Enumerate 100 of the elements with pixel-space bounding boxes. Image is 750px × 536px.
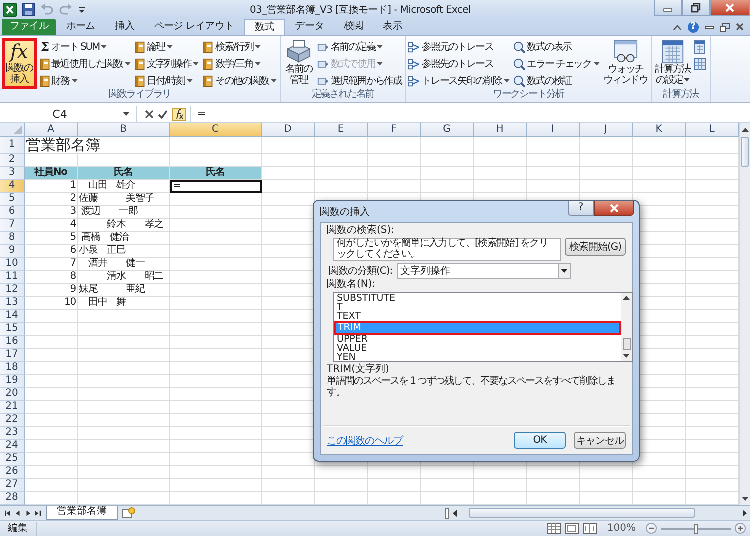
previous-sheet-icon[interactable] (16, 510, 20, 516)
column-header[interactable]: A (25, 123, 78, 137)
scroll-left-icon[interactable] (453, 510, 457, 516)
ribbon-tab[interactable]: 校閲 (334, 19, 374, 35)
row-header[interactable]: 6 (0, 206, 25, 219)
ribbon-large-button[interactable]: ウォッチ ウィンドウ (602, 38, 650, 89)
cancel-icon[interactable] (145, 110, 154, 118)
split-handle[interactable] (445, 508, 449, 518)
column-header[interactable]: D (262, 123, 315, 137)
column-header[interactable]: J (580, 123, 633, 137)
row-header[interactable]: 3 (0, 167, 25, 180)
insert-sheet-icon[interactable] (122, 507, 136, 519)
enter-check-icon[interactable] (158, 110, 168, 118)
column-header[interactable]: F (368, 123, 421, 137)
name-box[interactable]: C4 (0, 108, 120, 120)
row-header[interactable]: 4 (0, 180, 25, 193)
ribbon-button[interactable]: Σ オート SUM (38, 39, 132, 55)
ribbon-button[interactable]: 財務 (38, 73, 132, 89)
ok-button[interactable]: OK (514, 432, 566, 449)
row-header[interactable]: 2 (0, 154, 25, 167)
minimize-button[interactable] (654, 0, 682, 16)
column-header[interactable]: I (527, 123, 580, 137)
scrollbar-thumb[interactable] (741, 137, 749, 167)
row-header[interactable]: 26 (0, 466, 25, 479)
last-sheet-icon[interactable] (35, 510, 41, 516)
zoom-level[interactable]: 100% (607, 522, 636, 536)
column-header[interactable]: H (474, 123, 527, 137)
scroll-right-icon[interactable] (743, 510, 747, 516)
row-header[interactable]: 13 (0, 297, 25, 310)
row-header[interactable]: 19 (0, 375, 25, 388)
row-header[interactable]: 15 (0, 323, 25, 336)
row-header[interactable]: 21 (0, 401, 25, 414)
page-layout-view-icon[interactable] (565, 523, 580, 534)
save-icon[interactable] (22, 3, 35, 16)
row-header[interactable]: 1 (0, 137, 25, 154)
ribbon-button[interactable]: 論理 (134, 39, 200, 55)
insert-function-icon[interactable] (172, 108, 186, 120)
ribbon-tab[interactable]: 挿入 (105, 19, 144, 35)
ribbon-tab[interactable]: ページ レイアウト (144, 19, 244, 35)
dropdown-arrow-icon[interactable] (123, 112, 130, 116)
file-tab[interactable]: ファイル (2, 19, 56, 35)
row-header[interactable]: 12 (0, 284, 25, 297)
app-icon[interactable] (3, 2, 17, 16)
row-header[interactable]: 22 (0, 414, 25, 427)
ribbon-large-button[interactable]: 計算方法 の設定 (654, 38, 692, 89)
ribbon-tab[interactable]: ホーム (56, 19, 106, 35)
close-button[interactable] (594, 201, 634, 216)
row-header[interactable]: 10 (0, 258, 25, 271)
zoom-in-icon[interactable] (735, 523, 746, 534)
ribbon-button[interactable]: その他の関数 (202, 73, 278, 89)
ribbon-button[interactable] (694, 39, 708, 55)
customize-caret-icon[interactable] (78, 6, 86, 14)
normal-view-icon[interactable] (547, 523, 562, 534)
help-button[interactable]: ? (568, 201, 594, 216)
search-field[interactable]: 何がしたいかを簡単に入力して、[検索開始] をクリックしてください。 (333, 238, 562, 261)
collapse-ribbon-icon[interactable] (673, 24, 682, 30)
column-header[interactable]: B (78, 123, 170, 137)
row-header[interactable]: 9 (0, 245, 25, 258)
ribbon-button[interactable]: 参照先のトレース (408, 56, 512, 72)
function-list-item[interactable]: VALUE (334, 344, 621, 353)
zoom-slider-thumb[interactable] (694, 524, 698, 534)
column-header[interactable]: L (686, 123, 739, 137)
function-list-item[interactable]: SUBSTITUTE (334, 294, 621, 303)
function-list-item[interactable]: YEN (334, 353, 621, 362)
ribbon-button[interactable]: 最近使用した関数 (38, 56, 132, 72)
close-icon[interactable] (736, 23, 744, 31)
formula-input[interactable]: = (190, 106, 750, 122)
row-header[interactable]: 11 (0, 271, 25, 284)
function-list-item[interactable]: TEXT (334, 312, 621, 321)
ribbon-tab[interactable]: 表示 (373, 19, 412, 35)
ribbon-button[interactable]: 参照元のトレース (408, 39, 512, 55)
ribbon-tab[interactable]: 数式 (244, 19, 286, 35)
ribbon-button[interactable]: 日付/時刻 (134, 73, 200, 89)
help-button[interactable]: ? (688, 22, 699, 32)
zoom-out-icon[interactable] (646, 523, 657, 534)
row-header[interactable]: 17 (0, 349, 25, 362)
search-button[interactable]: 検索開始(G) (565, 238, 626, 256)
row-header[interactable]: 27 (0, 479, 25, 492)
ribbon-button[interactable]: 検索/行列 (202, 39, 278, 55)
sheet-tab[interactable]: 営業部名簿 (46, 506, 118, 520)
scrollbar-thumb[interactable] (469, 508, 695, 518)
ribbon-large-button[interactable]: fx 関数の 挿入 (2, 38, 37, 89)
row-header[interactable]: 28 (0, 492, 25, 505)
ribbon-button[interactable]: エラー チェック (513, 56, 601, 72)
column-header[interactable]: E (315, 123, 368, 137)
scroll-up-icon[interactable] (623, 296, 630, 300)
ribbon-button[interactable]: 名前の定義 (316, 39, 404, 55)
row-header[interactable]: 18 (0, 362, 25, 375)
cancel-button[interactable]: キャンセル (574, 432, 626, 449)
ribbon-button[interactable]: トレース矢印の削除 (408, 73, 512, 89)
next-sheet-icon[interactable] (26, 510, 30, 516)
function-list-item[interactable]: T (334, 303, 621, 312)
close-button[interactable] (710, 0, 750, 16)
row-header[interactable]: 23 (0, 427, 25, 440)
scrollbar-thumb[interactable] (622, 338, 630, 350)
row-header[interactable]: 14 (0, 310, 25, 323)
row-header[interactable]: 24 (0, 440, 25, 453)
minimize-icon[interactable] (705, 24, 714, 30)
ribbon-button[interactable]: 数学/三角 (202, 56, 278, 72)
category-select[interactable]: 文字列操作 (396, 263, 571, 279)
